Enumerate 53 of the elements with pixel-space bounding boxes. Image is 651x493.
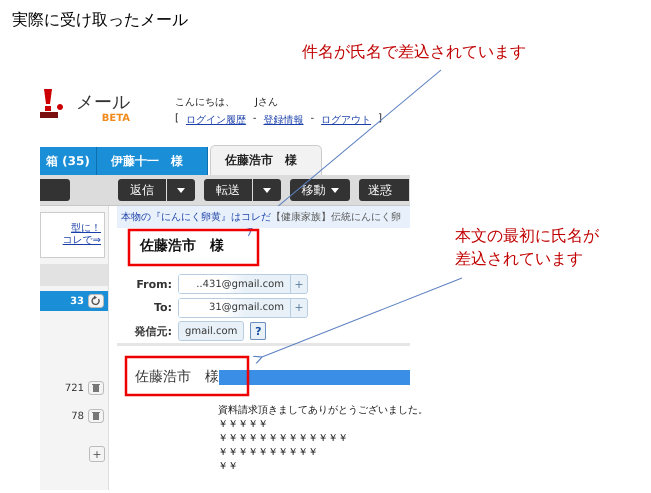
ad-link[interactable]: 型に！	[71, 223, 101, 235]
caret-icon	[177, 188, 185, 192]
salutation-text: 佐藤浩市 様	[135, 368, 219, 386]
folder-row[interactable]: 721	[40, 378, 108, 398]
separator-text: -	[252, 113, 257, 126]
body-text-line: ￥￥	[218, 460, 238, 474]
bracket-text: [	[175, 113, 179, 126]
trash-icon	[88, 381, 104, 395]
mail-subject: 佐藤浩市 様	[140, 238, 224, 256]
mail-tab[interactable]: 伊藤十一 様	[97, 147, 208, 175]
annotation-text: 件名が氏名で差込されています	[302, 41, 526, 63]
dropdown-button[interactable]	[167, 179, 195, 201]
ad-link[interactable]: 本物の『にんにく卵黄』はコレだ	[121, 210, 271, 224]
body-text-line: ￥￥￥￥￥￥￥￥￥￥￥￥￥	[218, 432, 348, 446]
ad-text: 【健康家族】伝統にんにく卵	[271, 210, 401, 224]
ad-link[interactable]: コレで⇒	[62, 235, 101, 247]
logo-text: メール	[76, 93, 130, 113]
slide-title: 実際に受け取ったメール	[12, 10, 188, 31]
unread-count: 721	[64, 382, 84, 394]
annotation-text: 差込されています	[455, 248, 584, 270]
mail-tab[interactable]: 箱 (35)	[40, 147, 97, 175]
unread-count: 78	[71, 410, 84, 422]
toolbar-button[interactable]: 迷惑	[359, 179, 409, 201]
account-link[interactable]: ログアウト	[321, 113, 372, 127]
trash-icon	[88, 409, 104, 423]
account-link[interactable]: ログイン履歴	[186, 113, 246, 127]
dropdown-button[interactable]	[253, 179, 281, 201]
menu-button[interactable]: 移動	[290, 179, 350, 201]
folder-row[interactable]: 33	[40, 291, 108, 311]
caret-icon	[330, 188, 338, 192]
header-label: From:	[135, 278, 172, 291]
add-button[interactable]: +	[89, 446, 105, 462]
separator-text: -	[310, 113, 314, 126]
body-text-line: ￥￥￥￥￥￥￥￥￥￥	[218, 446, 318, 460]
account-link[interactable]: 登録情報	[264, 113, 304, 127]
mail-tab[interactable]: 佐藤浩市 様	[210, 145, 322, 175]
folder-row[interactable]: 78	[40, 406, 108, 426]
greeting-text: こんにちは、 Jさん	[175, 96, 279, 109]
toolbar-button[interactable]: 返信	[118, 179, 166, 201]
add-contact-button[interactable]: +	[290, 298, 307, 317]
beta-label: BETA	[102, 113, 130, 125]
header-label: To:	[153, 301, 172, 314]
unread-count: 33	[70, 296, 84, 306]
caret-icon	[263, 188, 271, 192]
help-button[interactable]: ?	[250, 322, 266, 340]
body-text-line: 資料請求頂きましてありがとうございました。	[218, 404, 428, 418]
address-chip[interactable]: gmail.com	[179, 322, 244, 340]
toolbar-button[interactable]: 転送	[204, 179, 252, 201]
annotation-text: 本文の最初に氏名が	[455, 225, 599, 247]
refresh-icon	[88, 294, 104, 308]
body-text-line: ￥￥￥￥￥	[218, 418, 268, 432]
header-label: 発信元:	[133, 324, 172, 339]
add-contact-button[interactable]: +	[290, 275, 307, 294]
